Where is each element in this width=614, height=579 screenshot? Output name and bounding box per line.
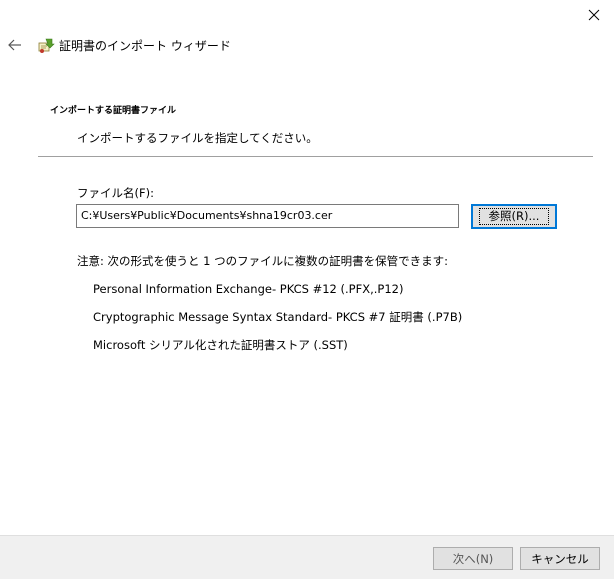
close-icon — [588, 9, 600, 21]
format-list: Personal Information Exchange- PKCS #12 … — [93, 281, 462, 365]
format-item-pfx: Personal Information Exchange- PKCS #12 … — [93, 282, 404, 296]
note-text: 注意: 次の形式を使うと 1 つのファイルに複数の証明書を保管できます: — [77, 254, 449, 268]
window-title: 証明書のインポート ウィザード — [59, 39, 231, 53]
certificate-wizard-icon — [38, 38, 55, 53]
section-description: インポートするファイルを指定してください。 — [77, 131, 318, 145]
back-arrow-icon — [8, 39, 21, 51]
browse-button-label: 参照(R)... — [478, 208, 550, 225]
section-title: インポートする証明書ファイル — [50, 106, 177, 116]
header-divider — [38, 156, 593, 157]
cancel-button[interactable]: キャンセル — [520, 547, 600, 570]
browse-button[interactable]: 参照(R)... — [471, 204, 557, 229]
footer-bar: 次へ(N) キャンセル — [0, 535, 614, 579]
back-button[interactable] — [4, 34, 26, 56]
file-name-input[interactable]: C:¥Users¥Public¥Documents¥shna19cr03.cer — [76, 204, 459, 228]
format-item-p7b: Cryptographic Message Syntax Standard- P… — [93, 310, 463, 324]
certificate-import-wizard-window: 証明書のインポート ウィザード インポートする証明書ファイル インポートするファ… — [0, 0, 614, 579]
file-name-label: ファイル名(F): — [77, 186, 154, 200]
format-item-sst: Microsoft シリアル化された証明書ストア (.SST) — [93, 338, 348, 352]
close-button[interactable] — [580, 4, 608, 26]
next-button[interactable]: 次へ(N) — [433, 547, 513, 570]
